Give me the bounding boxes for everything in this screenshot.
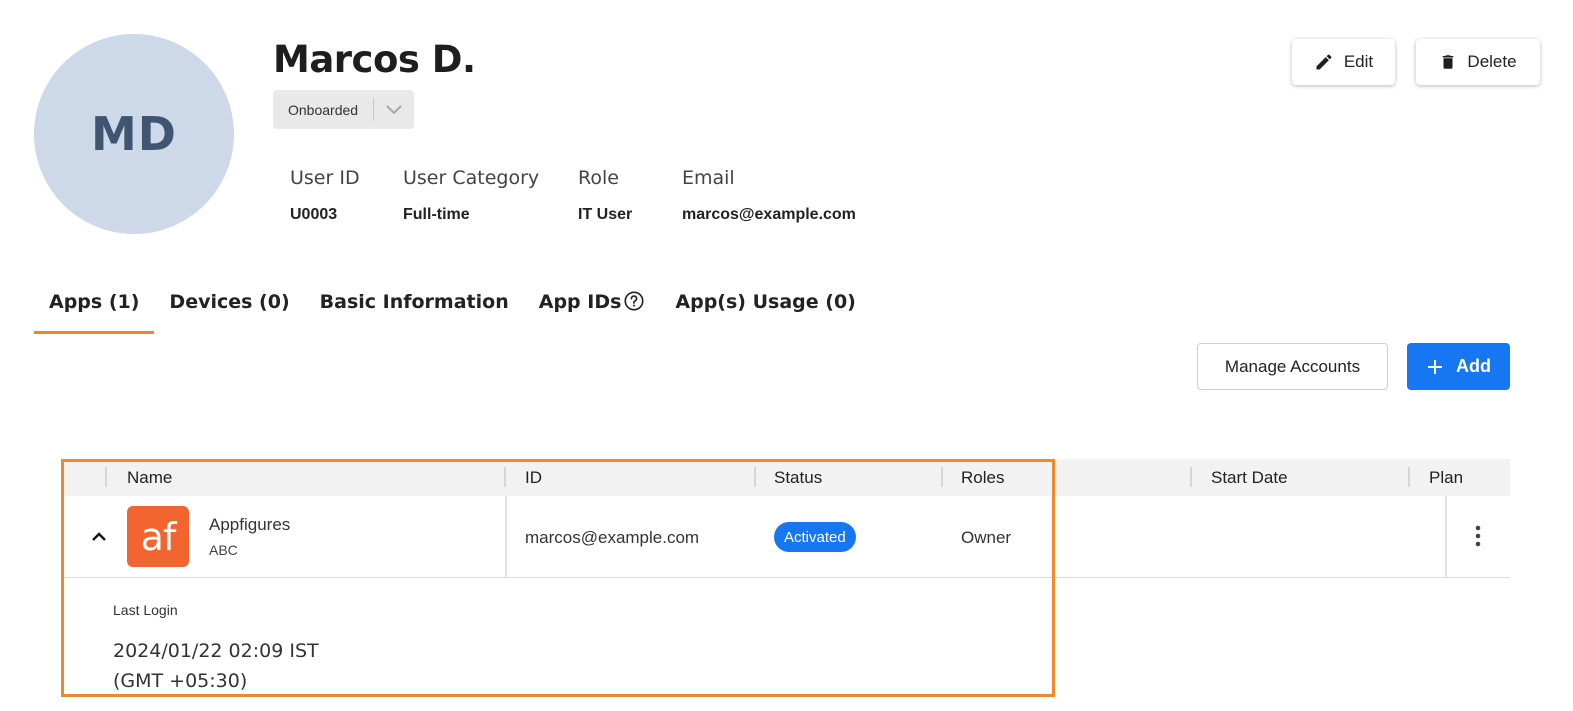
edit-button-label: Edit	[1343, 52, 1374, 71]
column-divider	[505, 496, 507, 577]
table-row[interactable]: af Appfigures ABC marcos@example.com Act…	[62, 496, 1510, 578]
tab-app-ids-label: App IDs	[538, 291, 622, 313]
column-separator[interactable]	[754, 467, 756, 487]
app-subtitle: ABC	[209, 542, 238, 558]
user-category-label: User Category	[403, 167, 540, 189]
column-separator[interactable]	[1190, 467, 1192, 487]
trash-icon	[1443, 55, 1454, 69]
plus-icon	[1428, 359, 1442, 374]
tab-basic-information[interactable]: Basic Information	[305, 282, 524, 334]
column-header-id[interactable]: ID	[525, 468, 542, 488]
delete-button-label: Delete	[1467, 52, 1517, 71]
add-button-label: Add	[1456, 356, 1491, 376]
role-label: Role	[578, 167, 619, 189]
email-value: marcos@example.com	[682, 206, 856, 223]
help-icon[interactable]	[623, 290, 645, 317]
tab-app-ids[interactable]: App IDs	[524, 282, 661, 334]
status-dropdown-value: Onboarded	[288, 101, 359, 118]
app-name: Appfigures	[209, 515, 291, 534]
status-dropdown[interactable]: Onboarded	[273, 90, 414, 129]
manage-accounts-button[interactable]: Manage Accounts	[1197, 343, 1388, 390]
column-separator	[105, 467, 107, 487]
column-header-start-date[interactable]: Start Date	[1211, 468, 1288, 488]
email-label: Email	[682, 167, 735, 189]
tab-apps-usage[interactable]: App(s) Usage (0)	[660, 282, 870, 334]
last-login-datetime: 2024/01/22 02:09 IST	[113, 640, 319, 662]
user-name: Marcos D.	[273, 38, 476, 81]
tab-basic-information-label: Basic Information	[319, 291, 509, 313]
tab-apps-usage-label: App(s) Usage (0)	[675, 291, 856, 313]
column-separator[interactable]	[1408, 467, 1410, 487]
last-login-label: Last Login	[113, 602, 178, 618]
user-id-label: User ID	[290, 167, 360, 189]
tab-bar: Apps (1) Devices (0) Basic Information A…	[34, 282, 871, 336]
column-separator[interactable]	[504, 467, 506, 487]
chevron-up-icon[interactable]	[88, 526, 110, 548]
chevron-down-icon[interactable]	[374, 104, 414, 116]
avatar-initials: MD	[91, 107, 177, 161]
app-logo: af	[127, 506, 189, 567]
column-header-plan[interactable]: Plan	[1429, 468, 1463, 488]
role-value: IT User	[578, 206, 633, 223]
tab-apps[interactable]: Apps (1)	[34, 282, 155, 334]
last-login-value: 2024/01/22 02:09 IST (GMT +05:30)	[113, 636, 319, 696]
status-badge: Activated	[774, 522, 856, 552]
cell-role: Owner	[961, 528, 1012, 547]
column-header-name[interactable]: Name	[127, 468, 172, 488]
tab-devices[interactable]: Devices (0)	[154, 282, 304, 334]
more-options-icon[interactable]	[1467, 522, 1489, 550]
cell-id: marcos@example.com	[525, 528, 700, 547]
add-button[interactable]: Add	[1407, 343, 1510, 390]
column-header-roles[interactable]: Roles	[961, 468, 1004, 488]
table-header: Name ID Status Roles Start Date Plan	[62, 459, 1510, 496]
column-separator[interactable]	[941, 467, 943, 487]
user-id-value: U0003	[290, 206, 338, 223]
avatar: MD	[34, 34, 234, 234]
edit-button[interactable]: Edit	[1292, 39, 1395, 85]
tab-apps-label: Apps (1)	[49, 291, 140, 313]
pencil-icon	[1316, 54, 1332, 70]
user-category-value: Full-time	[403, 206, 470, 223]
tab-devices-label: Devices (0)	[169, 291, 290, 313]
delete-button[interactable]: Delete	[1416, 39, 1540, 85]
column-header-status[interactable]: Status	[774, 468, 822, 488]
manage-accounts-label: Manage Accounts	[1224, 356, 1361, 376]
column-divider	[1445, 496, 1447, 577]
last-login-timezone: (GMT +05:30)	[113, 670, 248, 692]
